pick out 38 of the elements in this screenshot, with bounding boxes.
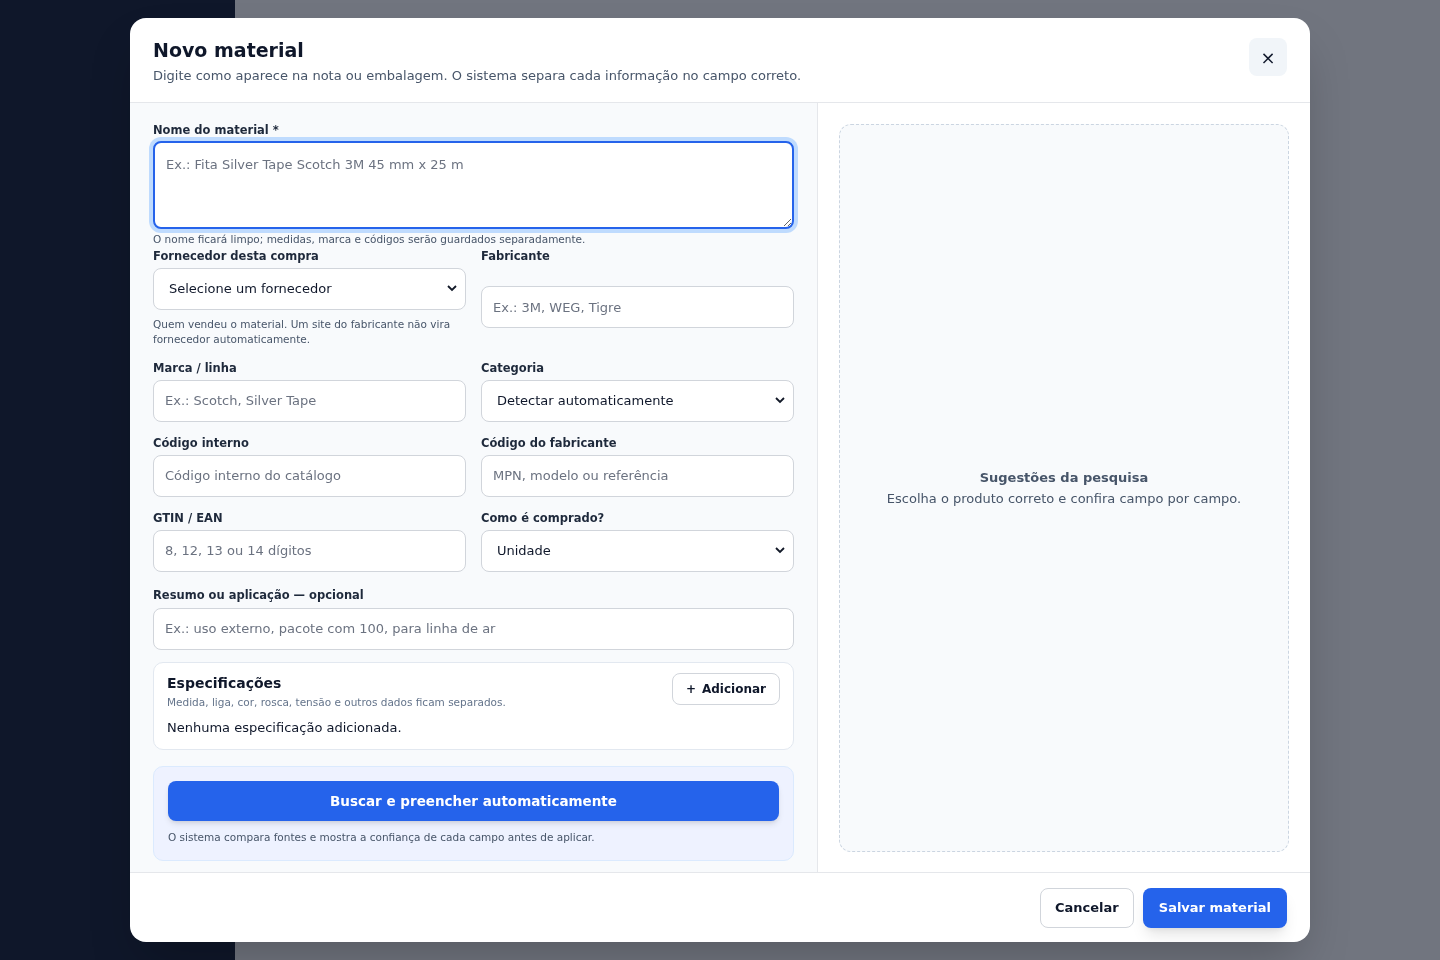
text-field[interactable]: Ex.: uso externo, pacote com 100, para linha de ar <box>153 607 794 650</box>
cancel-button[interactable]: Cancelar <box>1040 887 1134 928</box>
text-field[interactable]: MPN, modelo ou referência <box>481 454 794 497</box>
text-field[interactable]: Ex.: 3M, WEG, Tigre <box>481 286 794 329</box>
dialog-subtitle: Digite como aparece na nota ou embalagem. O sistema separa cada informação no campo correto. <box>153 67 802 85</box>
select-field[interactable]: Unidade <box>481 529 794 572</box>
close-button[interactable]: × <box>1249 38 1287 76</box>
suggestions-text: Escolha o produto correto e confira campo por campo. <box>886 490 1242 508</box>
field-label: Fornecedor desta compra <box>153 248 320 263</box>
field-label: Marca / linha <box>153 360 238 375</box>
text-area[interactable]: Ex.: Fita Silver Tape Scotch 3M 45 mm x 25 m <box>153 141 794 229</box>
empty-message: Nenhuma especificação adicionada. <box>167 718 403 737</box>
field-hint: O nome ficará limpo; medidas, marca e códigos serão guardados separadamente. <box>153 232 587 247</box>
text-field[interactable]: Código interno do catálogo <box>153 454 466 497</box>
select-field[interactable]: Selecione um fornecedor <box>153 267 466 310</box>
field-label: Fabricante <box>481 248 551 263</box>
field-label: Resumo ou aplicação — opcional <box>153 587 365 602</box>
chevron-down-icon <box>775 397 785 405</box>
field-label: Categoria <box>481 360 545 375</box>
autofill-button[interactable]: Buscar e preencher automaticamente <box>168 781 779 821</box>
field-label: Como é comprado? <box>481 510 606 525</box>
chevron-down-icon <box>447 285 457 293</box>
field-hint: Quem vendeu o material. Um site do fabricante não vira fornecedor automaticamente. <box>153 316 452 347</box>
select-field[interactable]: Detectar automaticamente <box>481 379 794 422</box>
field-label: GTIN / EAN <box>153 510 224 525</box>
text-field[interactable]: 8, 12, 13 ou 14 dígitos <box>153 529 466 572</box>
add-button[interactable]: + Adicionar <box>671 672 780 705</box>
section-subtitle: Medida, liga, cor, rosca, tensão e outros dados ficam separados. <box>167 694 506 710</box>
text-field[interactable]: Ex.: Scotch, Silver Tape <box>153 379 466 422</box>
chevron-down-icon <box>775 547 785 555</box>
dialog-title: Novo material <box>153 38 305 62</box>
autofill-note: O sistema compara fontes e mostra a confiança de cada campo antes de aplicar. <box>168 830 596 845</box>
field-label: Código do fabricante <box>481 435 618 450</box>
save-button[interactable]: Salvar material <box>1142 887 1287 928</box>
field-label: Código interno <box>153 435 250 450</box>
suggestions-title: Sugestões da pesquisa <box>979 468 1149 487</box>
field-label: Nome do material * <box>153 123 280 137</box>
section-title: Especificações <box>167 673 283 693</box>
